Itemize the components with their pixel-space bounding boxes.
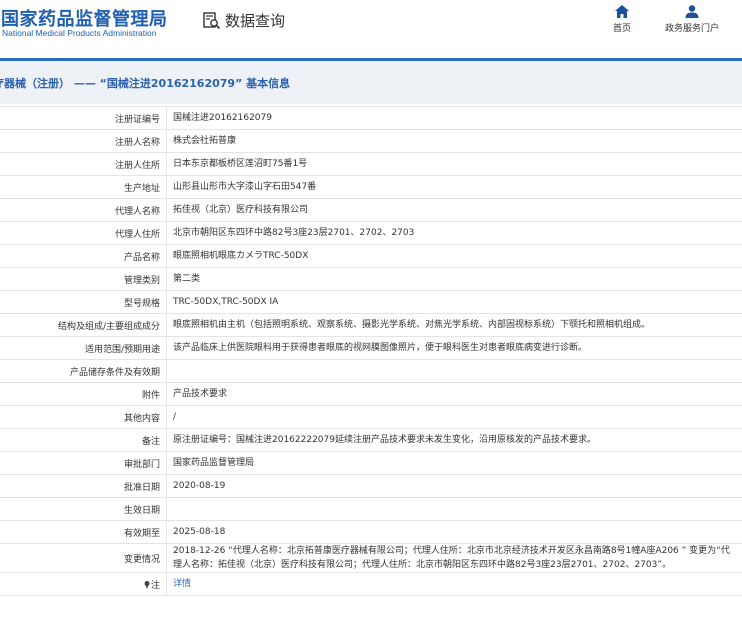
field-value: 眼底照相机由主机（包括照明系统、观察系统、摄影光学系统、对焦光学系统、内部固视标… bbox=[166, 313, 742, 337]
field-value: 拓佳视（北京）医疗科技有限公司 bbox=[166, 198, 742, 222]
field-value: 2018-12-26 “代理人名称：北京拓普康医疗器械有限公司；代理人住所：北京… bbox=[166, 543, 742, 573]
table-row: 注册人住所 日本东京都板桥区莲沼町75番1号 bbox=[0, 152, 742, 176]
table-row: 有效期至 2025-08-18 bbox=[0, 520, 742, 544]
field-label: 审批部门 bbox=[0, 451, 167, 475]
nav-home-label: 首页 bbox=[613, 24, 632, 34]
field-value: 眼底照相机眼底カメラTRC-50DX bbox=[166, 244, 742, 268]
table-row: 注册证编号 国械注进20162162079 bbox=[0, 106, 742, 130]
data-query-title: 数据查询 bbox=[203, 10, 285, 31]
field-label: 代理人名称 bbox=[0, 198, 167, 222]
nav-portal-link[interactable]: 政务服务门户 bbox=[665, 5, 719, 34]
field-label: 适用范围/预期用途 bbox=[0, 336, 167, 360]
field-value: TRC-50DX,TRC-50DX IA bbox=[166, 290, 742, 314]
field-value: 2025-08-18 bbox=[166, 520, 742, 544]
field-label: 注册人名称 bbox=[0, 129, 167, 153]
field-label: 备注 bbox=[0, 428, 167, 452]
document-search-icon bbox=[203, 11, 221, 29]
table-row: 适用范围/预期用途 该产品临床上供医院眼科用于获得患者眼底的视网膜图像照片，便于眼… bbox=[0, 336, 742, 360]
field-label: 型号规格 bbox=[0, 290, 167, 314]
table-row: 型号规格 TRC-50DX,TRC-50DX IA bbox=[0, 290, 742, 314]
field-label: 附件 bbox=[0, 382, 167, 406]
field-label: 结构及组成/主要组成成分 bbox=[0, 313, 167, 337]
field-value: 详情 bbox=[166, 572, 742, 596]
nav-portal-label: 政务服务门户 bbox=[665, 24, 720, 34]
table-row: 代理人住所 北京市朝阳区东四环中路82号3座23层2701、2702、2703 bbox=[0, 221, 742, 245]
field-value: / bbox=[166, 405, 742, 429]
table-row: 代理人名称 拓佳视（北京）医疗科技有限公司 bbox=[0, 198, 742, 222]
table-row: 其他内容 / bbox=[0, 405, 742, 429]
field-label: 产品储存条件及有效期 bbox=[0, 359, 167, 383]
field-value: 第二类 bbox=[166, 267, 742, 291]
field-value: 产品技术要求 bbox=[166, 382, 742, 406]
field-label: 生产地址 bbox=[0, 175, 167, 199]
field-label: 生效日期 bbox=[0, 497, 167, 521]
field-value: 日本东京都板桥区莲沼町75番1号 bbox=[166, 152, 742, 176]
table-row: 生产地址 山形县山形市大字漆山字石田547番 bbox=[0, 175, 742, 199]
table-row: 变更情况 2018-12-26 “代理人名称：北京拓普康医疗器械有限公司；代理人住… bbox=[0, 543, 742, 573]
user-group-icon bbox=[685, 5, 699, 18]
field-value: 山形县山形市大字漆山字石田547番 bbox=[166, 175, 742, 199]
breadcrumb: 疗器械（注册） —— “国械注进20162162079” 基本信息 bbox=[0, 77, 291, 90]
home-icon bbox=[615, 5, 629, 18]
details-link[interactable]: 详情 bbox=[173, 579, 191, 589]
note-pin-icon bbox=[144, 581, 150, 589]
table-row: 批准日期 2020-08-19 bbox=[0, 474, 742, 498]
data-query-label: 数据查询 bbox=[225, 12, 286, 30]
table-row: 备注 原注册证编号：国械注进20162222079延续注册产品技术要求未发生变化，… bbox=[0, 428, 742, 452]
breadcrumb-bar: 疗器械（注册） —— “国械注进20162162079” 基本信息 bbox=[0, 61, 742, 104]
table-row: 产品名称 眼底照相机眼底カメラTRC-50DX bbox=[0, 244, 742, 268]
field-label: 注册证编号 bbox=[0, 106, 167, 130]
field-value: 原注册证编号：国械注进20162222079延续注册产品技术要求未发生变化，沿用… bbox=[166, 428, 742, 452]
site-logo-subtitle: National Medical Products Administration bbox=[2, 28, 157, 38]
field-value bbox=[166, 497, 742, 521]
field-label-text: 注 bbox=[150, 580, 160, 591]
field-value: 该产品临床上供医院眼科用于获得患者眼底的视网膜图像照片，便于眼科医生对患者眼底病… bbox=[166, 336, 742, 360]
field-label: 注 bbox=[0, 572, 167, 596]
field-label: 其他内容 bbox=[0, 405, 167, 429]
site-header: 国家药品监督管理局 National Medical Products Admi… bbox=[0, 0, 742, 58]
table-row: 产品储存条件及有效期 bbox=[0, 359, 742, 383]
registration-info-table: 注册证编号 国械注进20162162079 注册人名称 株式会社拓普康 注册人住所 日本东… bbox=[0, 106, 742, 596]
field-label: 产品名称 bbox=[0, 244, 167, 268]
table-row: 结构及组成/主要组成成分 眼底照相机由主机（包括照明系统、观察系统、摄影光学系统、… bbox=[0, 313, 742, 337]
table-row: 审批部门 国家药品监督管理局 bbox=[0, 451, 742, 475]
field-value bbox=[166, 359, 742, 383]
field-value: 国械注进20162162079 bbox=[166, 106, 742, 130]
field-label: 变更情况 bbox=[0, 543, 167, 573]
field-label: 注册人住所 bbox=[0, 152, 167, 176]
table-row: 注 详情 bbox=[0, 572, 742, 596]
field-label: 代理人住所 bbox=[0, 221, 167, 245]
field-value: 2020-08-19 bbox=[166, 474, 742, 498]
field-label: 管理类别 bbox=[0, 267, 167, 291]
field-value: 北京市朝阳区东四环中路82号3座23层2701、2702、2703 bbox=[166, 221, 742, 245]
table-row: 注册人名称 株式会社拓普康 bbox=[0, 129, 742, 153]
field-value: 国家药品监督管理局 bbox=[166, 451, 742, 475]
field-label: 有效期至 bbox=[0, 520, 167, 544]
table-row: 附件 产品技术要求 bbox=[0, 382, 742, 406]
nav-home-link[interactable]: 首页 bbox=[613, 5, 631, 34]
field-value: 株式会社拓普康 bbox=[166, 129, 742, 153]
table-row: 生效日期 bbox=[0, 497, 742, 521]
field-label: 批准日期 bbox=[0, 474, 167, 498]
table-row: 管理类别 第二类 bbox=[0, 267, 742, 291]
